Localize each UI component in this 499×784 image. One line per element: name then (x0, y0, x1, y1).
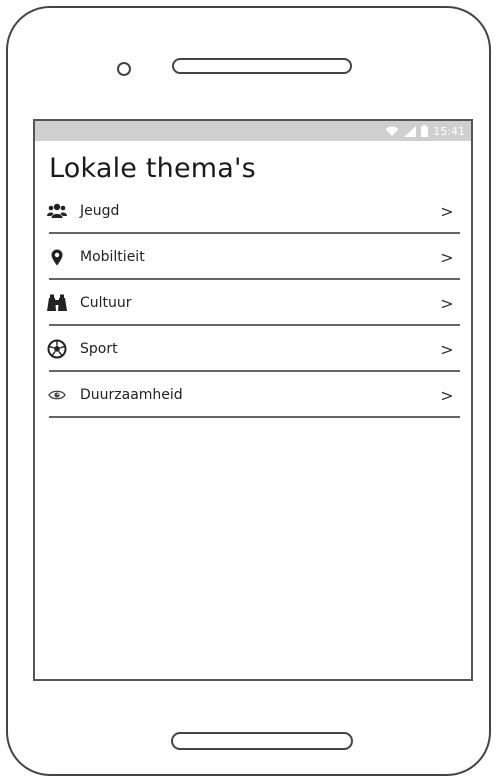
chevron-right-icon: > (440, 247, 454, 267)
users-icon (46, 200, 68, 222)
chevron-right-icon: > (440, 201, 454, 221)
binoculars-icon (46, 292, 68, 314)
chevron-right-icon: > (440, 293, 454, 313)
soccer-ball-icon (46, 338, 68, 360)
list-item-label: Duurzaamheid (80, 387, 183, 403)
chevron-right-icon: > (440, 385, 454, 405)
chevron-right-icon: > (440, 339, 454, 359)
status-bar: 15:41 (35, 121, 471, 141)
list-item-label: Mobiltieit (80, 249, 145, 265)
eye-icon (46, 384, 68, 406)
list-item-label: Jeugd (80, 203, 120, 219)
map-marker-icon (46, 246, 68, 268)
phone-screen: 15:41 Lokale thema's Jeugd > Mobiltieit … (33, 119, 473, 681)
wifi-icon (385, 126, 399, 136)
camera-icon (117, 62, 131, 76)
status-time: 15:41 (433, 124, 465, 138)
list-item-mobiliteit[interactable]: Mobiltieit > (35, 234, 471, 280)
list-item-jeugd[interactable]: Jeugd > (35, 188, 471, 234)
list-item-label: Sport (80, 341, 118, 357)
signal-icon (404, 125, 417, 137)
list-item-duurzaamheid[interactable]: Duurzaamheid > (35, 372, 471, 418)
page-title: Lokale thema's (49, 153, 256, 184)
list-item-cultuur[interactable]: Cultuur > (35, 280, 471, 326)
battery-icon (421, 125, 429, 137)
list-item-sport[interactable]: Sport > (35, 326, 471, 372)
home-button[interactable] (171, 732, 353, 750)
theme-list: Jeugd > Mobiltieit > Cultuur > Sport > D… (35, 188, 471, 418)
list-item-label: Cultuur (80, 295, 132, 311)
speaker-slot (172, 58, 352, 74)
